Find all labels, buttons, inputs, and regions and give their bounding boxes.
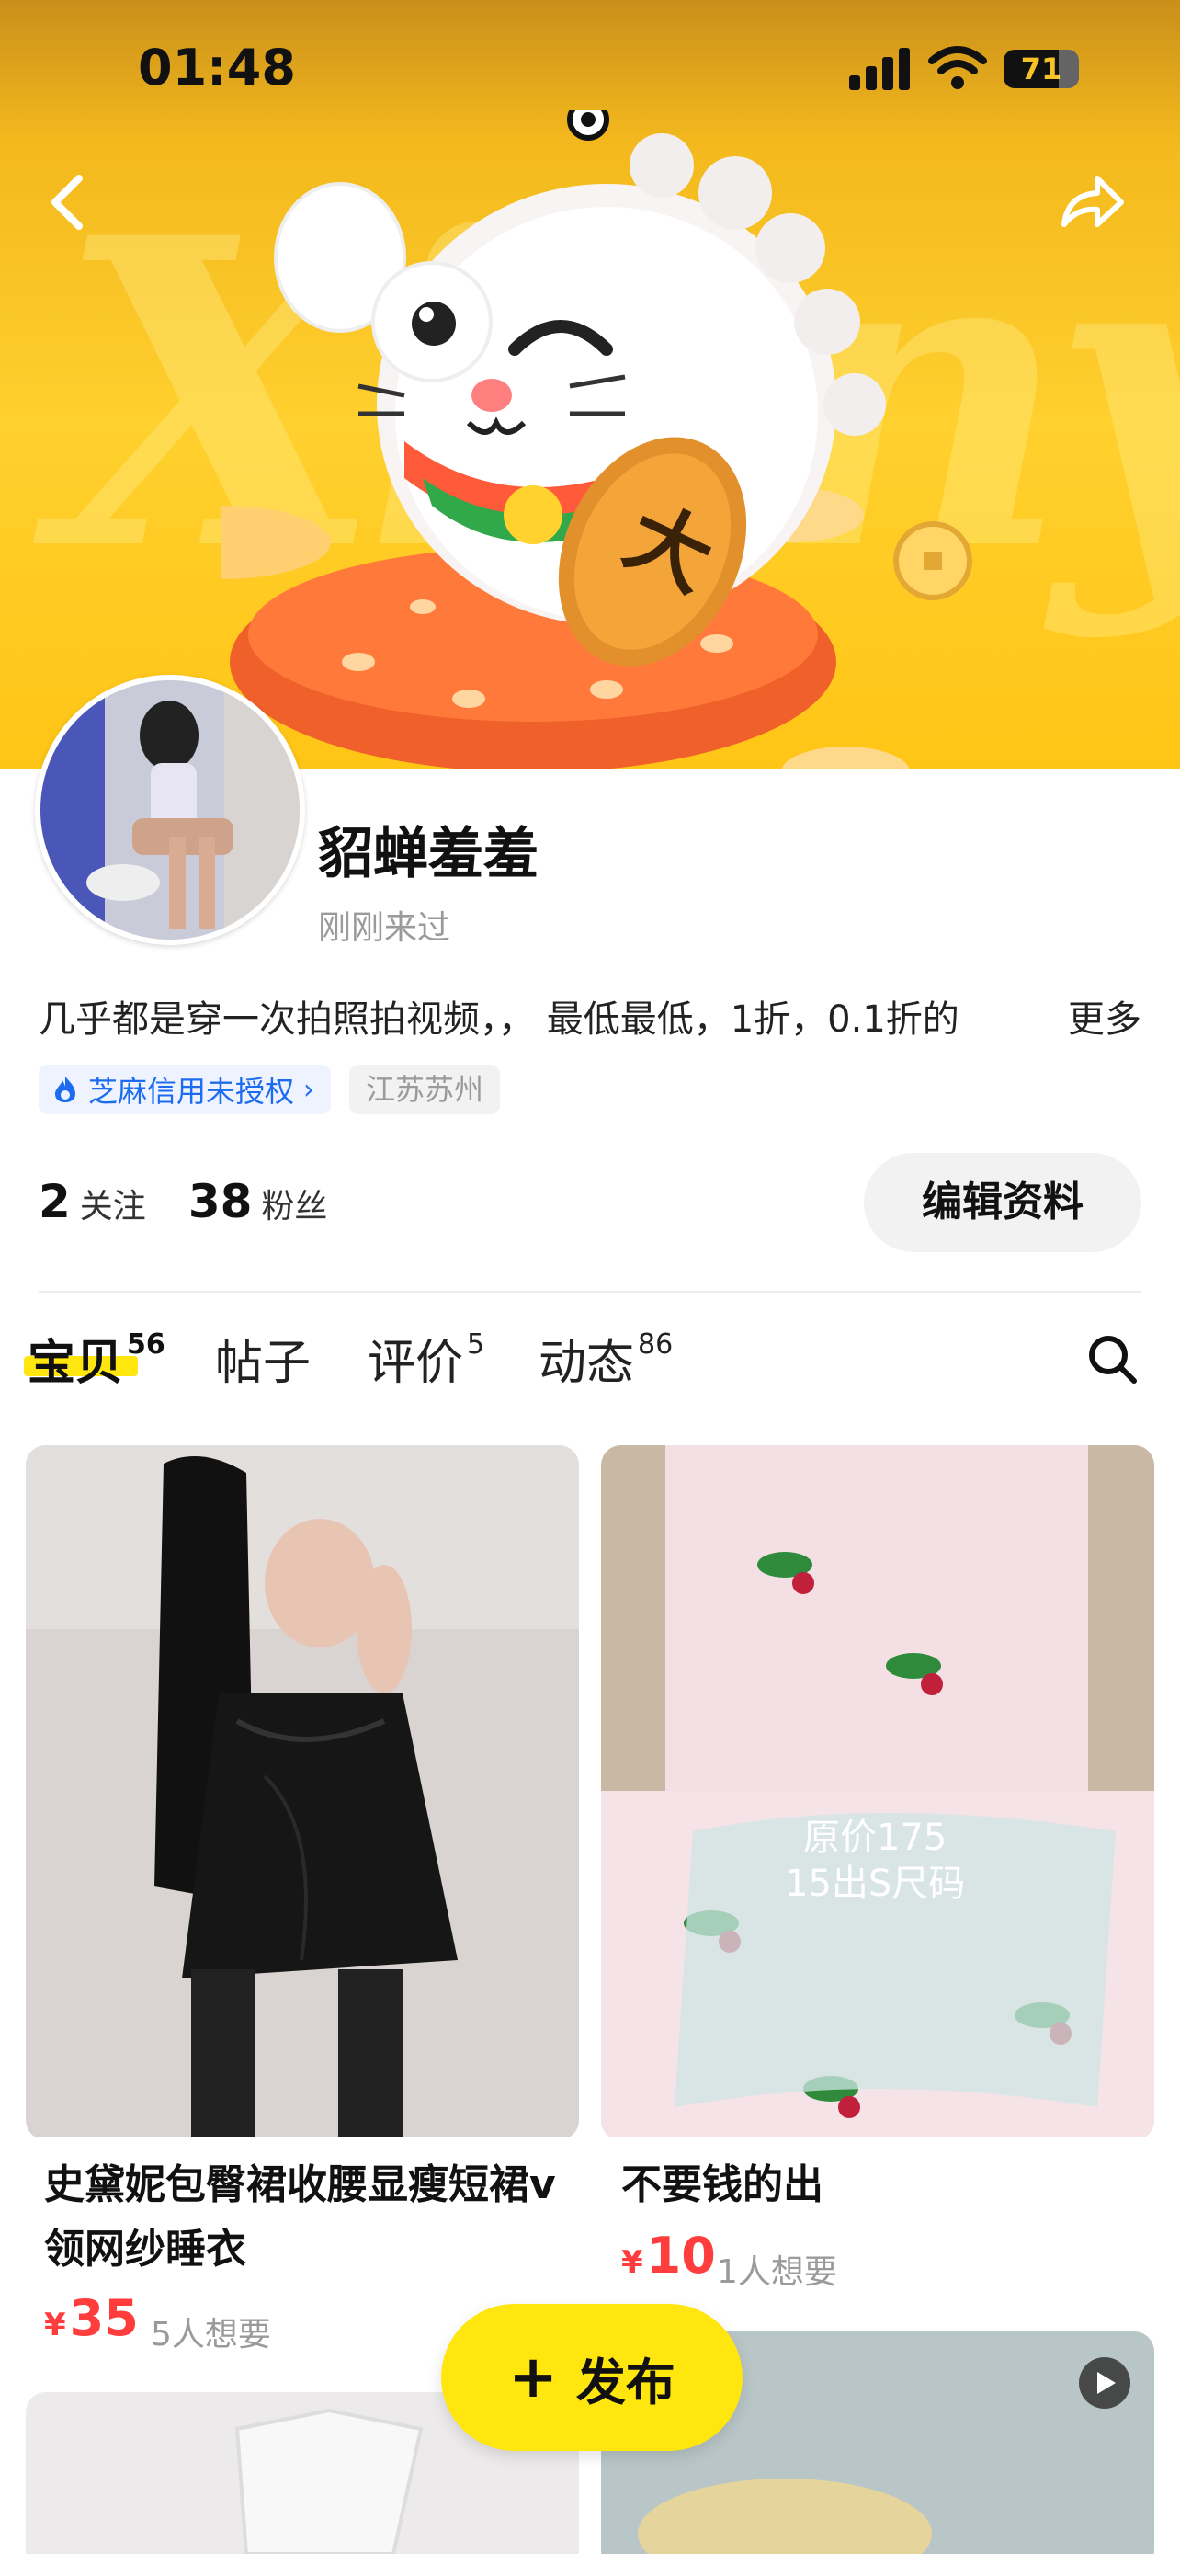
profile-banner: Xianyu xyxy=(0,0,1180,769)
status-bar: 01:48 71 xyxy=(0,0,1180,138)
tab-reviews[interactable]: 评价 5 xyxy=(368,1324,484,1393)
tab-items-label: 宝贝 xyxy=(28,1336,124,1391)
following-label[interactable]: 关注 xyxy=(80,1180,146,1227)
product-card[interactable]: 原价175 15出S尺码 xyxy=(601,1445,1154,2140)
product-image: 原价175 15出S尺码 xyxy=(601,1445,1154,2137)
cellular-signal-icon xyxy=(849,46,913,90)
credit-badge-label: 芝麻信用未授权 xyxy=(88,1074,295,1109)
last-seen-text: 刚刚来过 xyxy=(318,909,451,947)
search-icon[interactable] xyxy=(1084,1331,1140,1386)
product-wants: 5人想要 xyxy=(151,2316,271,2354)
svg-text:15出S尺码: 15出S尺码 xyxy=(785,1863,965,1905)
location-badge: 江苏苏州 xyxy=(349,1065,501,1114)
avatar-photo xyxy=(40,680,300,940)
publish-button-label: 发布 xyxy=(575,2353,675,2411)
profile-tabs: 宝贝 56 帖子 评价 5 动态 86 xyxy=(0,1324,1180,1407)
tab-items[interactable]: 宝贝 56 xyxy=(24,1324,165,1393)
tab-activity-label: 动态 xyxy=(539,1336,635,1391)
tab-posts[interactable]: 帖子 xyxy=(215,1324,311,1393)
publish-button[interactable]: + 发布 xyxy=(441,2304,743,2451)
tab-items-count: 56 xyxy=(127,1328,165,1361)
flame-icon xyxy=(55,1077,75,1102)
product-price-value: 35 xyxy=(69,2289,139,2347)
svg-text:原价175: 原价175 xyxy=(803,1817,947,1859)
followers-count[interactable]: 38 xyxy=(188,1175,253,1228)
battery-icon: 71 xyxy=(1004,50,1079,88)
status-time: 01:48 xyxy=(138,39,296,97)
tab-reviews-label: 评价 xyxy=(368,1336,464,1391)
product-card[interactable] xyxy=(26,1445,579,2140)
plus-icon: + xyxy=(508,2343,558,2411)
following-count[interactable]: 2 xyxy=(39,1175,71,1228)
divider xyxy=(39,1291,1141,1293)
product-title[interactable]: 不要钱的出 xyxy=(621,2153,1136,2217)
followers-label[interactable]: 粉丝 xyxy=(261,1180,327,1227)
product-image xyxy=(26,1445,579,2137)
share-icon[interactable] xyxy=(1055,165,1129,239)
back-arrow-icon[interactable] xyxy=(39,165,94,239)
lucky-cat-mascot: 大 xyxy=(221,110,972,769)
profile-bio: 几乎都是穿一次拍照拍视频，， 最低最低，1折，0.1折的 xyxy=(39,998,959,1041)
profile-username: 貂蝉羞羞 xyxy=(318,822,539,886)
sesame-credit-badge[interactable]: 芝麻信用未授权 › xyxy=(39,1065,332,1114)
chevron-right-icon: › xyxy=(303,1073,315,1106)
wifi-icon xyxy=(928,46,987,89)
tab-activity-count: 86 xyxy=(638,1328,674,1361)
product-price: ¥35 xyxy=(44,2289,139,2347)
battery-level: 71 xyxy=(1020,51,1062,86)
bio-more-link[interactable]: 更多 xyxy=(1013,989,1141,1043)
product-title[interactable]: 史黛妮包臀裙收腰显瘦短裙v领网纱睡衣 xyxy=(44,2153,559,2282)
follow-stats: 2 关注 38 粉丝 xyxy=(39,1175,369,1228)
product-price-value: 10 xyxy=(646,2227,716,2285)
edit-profile-button[interactable]: 编辑资料 xyxy=(864,1153,1141,1252)
tab-activity[interactable]: 动态 86 xyxy=(539,1324,673,1393)
product-price: ¥10 xyxy=(621,2227,716,2285)
product-wants: 1人想要 xyxy=(717,2253,837,2291)
avatar[interactable] xyxy=(35,675,305,945)
tab-reviews-count: 5 xyxy=(467,1328,485,1361)
tab-posts-label: 帖子 xyxy=(215,1336,312,1391)
